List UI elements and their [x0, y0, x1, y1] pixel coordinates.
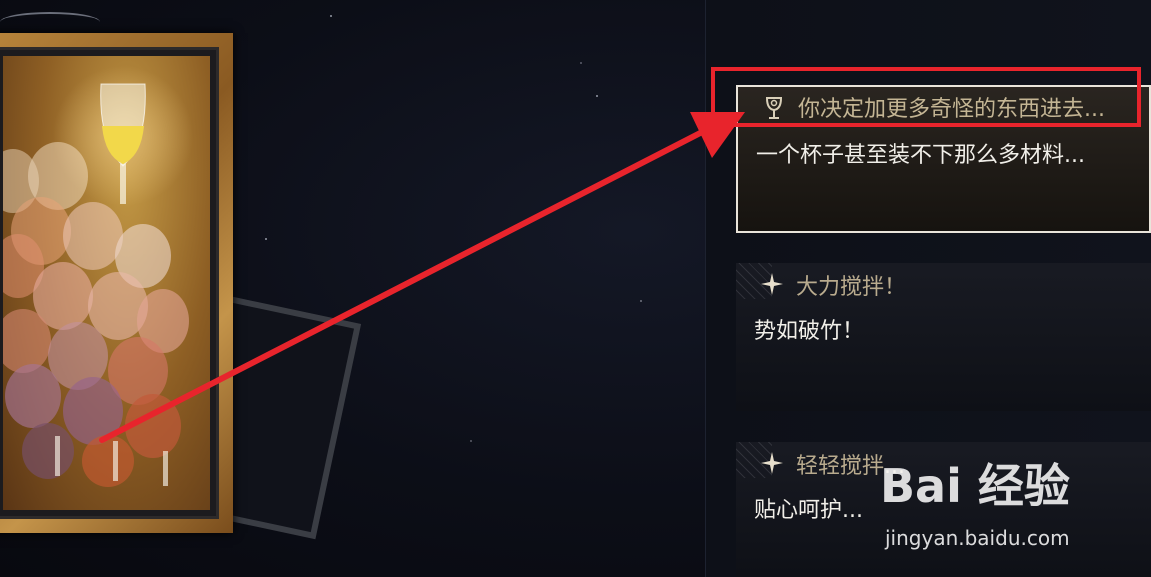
watermark-logo: Bai 经验 — [880, 459, 1070, 513]
watermark-url: jingyan.baidu.com — [885, 526, 1070, 550]
game-scene: 你决定加更多奇怪的东西进去... 一个杯子甚至装不下那么多材料... 大力搅拌！… — [0, 0, 1151, 577]
baidu-watermark: Bai 经验 jingyan.baidu.com — [880, 450, 1140, 560]
